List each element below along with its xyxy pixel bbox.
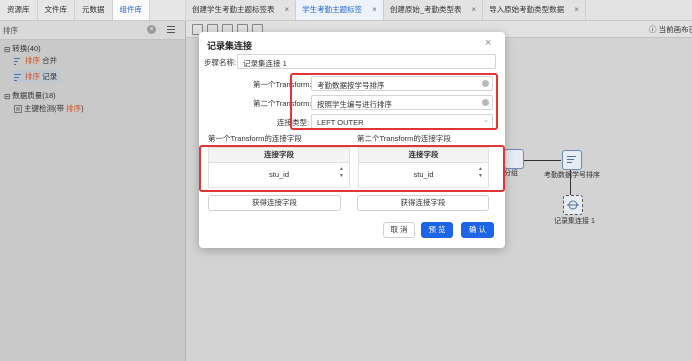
close-icon[interactable]: × [285, 0, 290, 20]
component-search: 排序 × [0, 21, 185, 40]
tab-metadata[interactable]: 元数据 [75, 0, 113, 20]
step-name-value: 记录集连接 1 [243, 59, 287, 68]
component-sidebar: 排序 × ⊟ 转换(40) 排序 合并 排序 记录 ⊟ 数据质量(18) 主键检测(… [0, 21, 186, 361]
close-icon[interactable]: × [372, 0, 377, 20]
get-fields-button-1[interactable]: 获得连接字段 [208, 195, 341, 211]
step-label: 考勤数据学号排序 [544, 172, 600, 179]
sort-record-icon [14, 74, 21, 82]
editor-tabs: 创建学生考勤主题标签表 × 学生考勤主题标签 × 创建原始_考勤类型表 × 导入… [186, 0, 692, 21]
step-node-join[interactable] [563, 195, 583, 215]
step-name-field[interactable]: 记录集连接 1 [237, 54, 496, 69]
first-fields-label: 第一个Transform的连接字段 [208, 134, 302, 143]
tree-group-transform[interactable]: ⊟ 转换(40) [4, 43, 41, 54]
second-fields-label: 第二个Transform的连接字段 [357, 134, 451, 143]
tab-label: 导入原始考勤类型数据 [489, 5, 565, 14]
close-icon[interactable]: × [574, 0, 579, 20]
step-node-sort[interactable] [562, 150, 582, 170]
tab-student-attendance-label[interactable]: 学生考勤主题标签 × [296, 0, 384, 20]
confirm-button[interactable]: 确 认 [461, 222, 494, 238]
step-name-label: 步骤名称: [204, 58, 237, 67]
tree-item-sort-merge[interactable]: 排序 合并 [14, 55, 57, 66]
tab-label: 创建原始_考勤类型表 [389, 5, 462, 14]
info-icon: ⓘ [649, 25, 657, 34]
record-join-dialog: 记录集连接 × 步骤名称: 记录集连接 1 第一个Transform: 考勤数据… [199, 32, 505, 248]
collapse-icon[interactable]: ⊟ [4, 92, 10, 101]
highlight-box-fields [199, 145, 505, 192]
search-input[interactable]: 排序 [3, 25, 18, 36]
tree-group-data-quality[interactable]: ⊟ 数据质量(18) [4, 90, 56, 101]
left-panel-tabs: 资源库 文件库 元数据 组件库 [0, 0, 185, 21]
get-fields-button-2[interactable]: 获得连接字段 [357, 195, 489, 211]
preview-button[interactable]: 预 览 [421, 222, 453, 238]
join-icon [567, 200, 579, 210]
clear-search-icon[interactable]: × [147, 25, 156, 34]
tab-label: 创建学生考勤主题标签表 [192, 5, 275, 14]
sort-icon [567, 156, 576, 163]
step-label: 记录集连接 1 [554, 218, 595, 225]
sort-merge-icon [14, 58, 20, 66]
hop-line[interactable] [519, 160, 561, 161]
tab-component-library[interactable]: 组件库 [112, 0, 150, 20]
tree-item-pk-check[interactable]: 主键检测(带 排序) [14, 103, 84, 114]
tab-create-student-attendance-table[interactable]: 创建学生考勤主题标签表 × [186, 0, 297, 20]
close-icon[interactable]: × [485, 37, 491, 49]
cancel-button[interactable]: 取 消 [383, 222, 415, 238]
tab-create-raw-attendance-type[interactable]: 创建原始_考勤类型表 × [384, 0, 484, 20]
menu-icon[interactable] [166, 24, 176, 34]
tab-file-library[interactable]: 文件库 [38, 0, 75, 20]
tree-item-sort-record[interactable]: 排序 记录 [14, 70, 61, 83]
highlight-box-transforms [290, 73, 498, 130]
tab-resource-library[interactable]: 资源库 [0, 0, 38, 20]
close-icon[interactable]: × [472, 0, 477, 20]
tab-import-raw-attendance-type[interactable]: 导入原始考勤类型数据 × [483, 0, 586, 20]
dialog-title: 记录集连接 [207, 41, 253, 51]
step-label: 分组 [504, 170, 518, 177]
pk-check-icon [14, 105, 22, 114]
canvas-status-text: ⓘ 当前画布已 [649, 25, 692, 34]
step-node-left[interactable] [504, 149, 524, 169]
collapse-icon[interactable]: ⊟ [4, 45, 10, 54]
tab-label: 学生考勤主题标签 [302, 5, 363, 14]
